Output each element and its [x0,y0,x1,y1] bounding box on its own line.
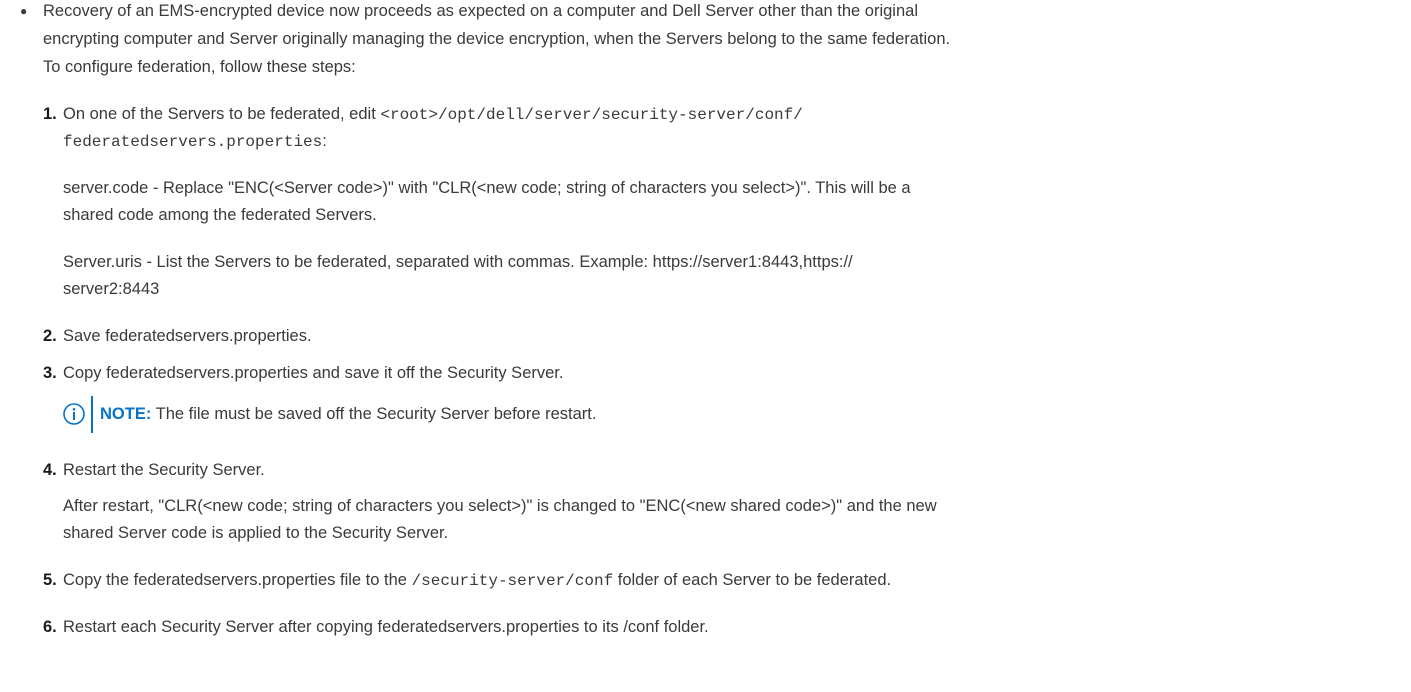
note-divider [91,396,93,433]
step-6-text: Restart each Security Server after copyi… [63,618,709,636]
step-1-colon: : [322,132,327,150]
step-number: 4. [43,461,57,479]
step-number: 6. [43,618,57,636]
step-number: 5. [43,571,57,589]
note-label: NOTE: [100,405,152,423]
step-number: 2. [43,327,57,345]
note-text: NOTE: The file must be saved off the Sec… [100,404,596,424]
step-1-line-1: On one of the Servers to be federated, e… [63,104,803,125]
step-4-para-line-1: After restart, "CLR(<new code; string of… [63,497,937,515]
intro-line-3: To configure federation, follow these st… [43,58,356,76]
step-3-text: Copy federatedservers.properties and sav… [63,364,564,382]
step-4-para-line-2: shared Server code is applied to the Sec… [63,524,449,542]
step-2-text: Save federatedservers.properties. [63,327,312,345]
server-uris-line-2: server2:8443 [63,280,160,298]
server-uris-line-1: Server.uris - List the Servers to be fed… [63,253,853,271]
config-filename: federatedservers.properties [63,133,323,151]
bullet-dot: ● [20,4,28,18]
intro-line-1: Recovery of an EMS-encrypted device now … [43,2,918,20]
note-body: The file must be saved off the Security … [151,405,597,423]
server-code-line-1: server.code - Replace "ENC(<Server code>… [63,179,911,197]
step-1-line-2: federatedservers.properties: [63,131,327,152]
step-5-line: Copy the federatedservers.properties fil… [63,570,891,591]
step-number: 1. [43,105,57,123]
step-5-prefix: Copy the federatedservers.properties fil… [63,571,412,589]
config-path: <root>/opt/dell/server/security-server/c… [380,106,803,124]
server-code-line-2: shared code among the federated Servers. [63,206,377,224]
step-number: 3. [43,364,57,382]
step-4-text: Restart the Security Server. [63,461,265,479]
step-5-suffix: folder of each Server to be federated. [613,571,892,589]
conf-folder-path: /security-server/conf [411,572,614,590]
intro-line-2: encrypting computer and Server originall… [43,30,951,48]
step-1-text: On one of the Servers to be federated, e… [63,105,381,123]
info-icon [63,403,85,425]
